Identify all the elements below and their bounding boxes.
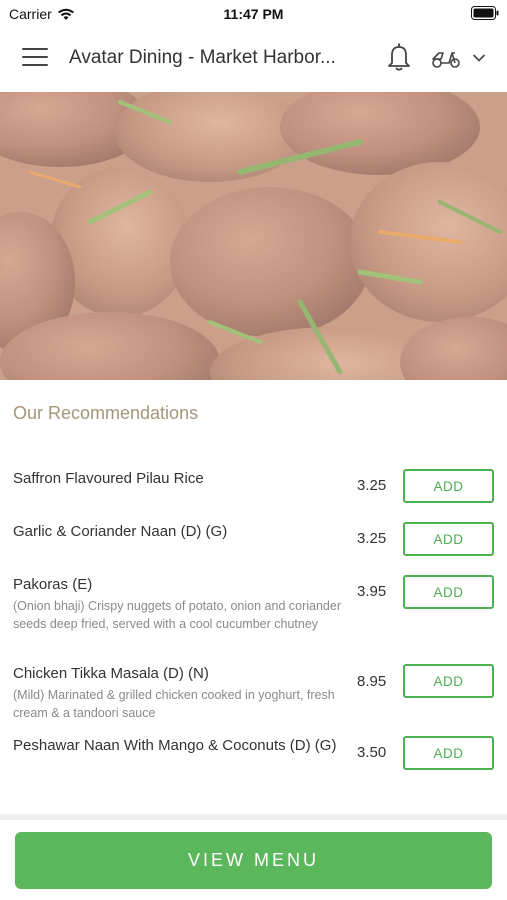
- status-bar: Carrier 11:47 PM: [0, 0, 507, 26]
- restaurant-title[interactable]: Avatar Dining - Market Harbor...: [69, 47, 369, 69]
- item-description: (Onion bhaji) Crispy nuggets of potato, …: [13, 599, 341, 631]
- item-description: (Mild) Marinated & grilled chicken cooke…: [13, 688, 335, 720]
- bell-icon[interactable]: [386, 42, 412, 72]
- item-price: 3.50: [357, 744, 387, 761]
- battery-icon: [471, 6, 499, 20]
- item-price: 3.95: [357, 583, 387, 600]
- recommendations-heading: Our Recommendations: [13, 403, 199, 423]
- hero-food-image: [0, 92, 507, 380]
- chevron-down-icon[interactable]: [472, 53, 486, 63]
- item-name: Chicken Tikka Masala (D) (N): [13, 665, 209, 682]
- add-button[interactable]: ADD: [403, 522, 494, 556]
- add-button[interactable]: ADD: [403, 575, 494, 609]
- add-button[interactable]: ADD: [403, 736, 494, 770]
- app-header: Avatar Dining - Market Harbor...: [0, 26, 507, 92]
- add-button[interactable]: ADD: [403, 664, 494, 698]
- item-name: Saffron Flavoured Pilau Rice: [13, 470, 204, 487]
- section-divider: [0, 814, 507, 820]
- item-price: 3.25: [357, 477, 387, 494]
- scooter-icon[interactable]: [431, 47, 461, 69]
- view-menu-button[interactable]: VIEW MENU: [15, 832, 492, 889]
- item-name: Garlic & Coriander Naan (D) (G): [13, 523, 228, 540]
- item-price: 3.25: [357, 530, 387, 547]
- item-name: Pakoras (E): [13, 576, 93, 593]
- status-time: 11:47 PM: [223, 6, 284, 22]
- item-price: 8.95: [357, 673, 387, 690]
- add-button[interactable]: ADD: [403, 469, 494, 503]
- hamburger-menu-icon[interactable]: [22, 48, 48, 70]
- item-name: Peshawar Naan With Mango & Coconuts (D) …: [13, 737, 337, 754]
